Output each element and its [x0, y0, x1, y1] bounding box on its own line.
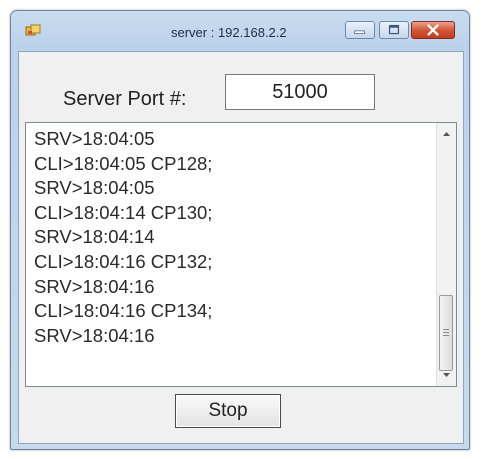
log-lines: SRV>18:04:05 CLI>18:04:05 CP128; SRV>18:…	[34, 127, 432, 348]
window-title: server : 192.168.2.2	[171, 25, 287, 40]
log-line: CLI>18:04:16 CP134;	[34, 300, 213, 322]
app-icon[interactable]	[25, 24, 41, 38]
log-line: SRV>18:04:16	[34, 275, 155, 297]
scroll-grip	[443, 332, 449, 333]
vertical-scrollbar[interactable]	[436, 123, 456, 386]
client-area: Server Port #: SRV>18:04:05 CLI>18:04:05…	[18, 51, 464, 444]
log-line: SRV>18:04:14	[34, 226, 155, 248]
log-line: SRV>18:04:16	[34, 324, 155, 346]
scroll-grip	[443, 329, 449, 330]
log-line: CLI>18:04:05 CP128;	[34, 152, 213, 174]
scroll-down-arrow-icon[interactable]	[437, 366, 456, 384]
log-line: SRV>18:04:05	[34, 128, 155, 149]
close-button[interactable]	[411, 21, 455, 39]
minimize-icon	[354, 30, 365, 34]
maximize-icon	[388, 24, 400, 35]
log-line: CLI>18:04:16 CP132;	[34, 250, 213, 272]
scroll-up-arrow-icon[interactable]	[437, 125, 456, 143]
title-bar[interactable]: server : 192.168.2.2	[11, 11, 469, 51]
log-line: CLI>18:04:14 CP130;	[34, 201, 213, 223]
log-line: SRV>18:04:05	[34, 177, 155, 199]
maximize-button[interactable]	[379, 21, 409, 39]
scroll-grip	[443, 335, 449, 336]
stop-button[interactable]: Stop	[175, 394, 281, 428]
scroll-thumb[interactable]	[439, 295, 453, 371]
minimize-button[interactable]	[345, 21, 375, 39]
server-window: server : 192.168.2.2 Server Port #: SRV>…	[10, 10, 470, 450]
server-port-input[interactable]	[225, 74, 375, 110]
server-port-label: Server Port #:	[63, 88, 187, 110]
close-icon	[427, 24, 439, 36]
log-textbox[interactable]: SRV>18:04:05 CLI>18:04:05 CP128; SRV>18:…	[25, 122, 457, 387]
